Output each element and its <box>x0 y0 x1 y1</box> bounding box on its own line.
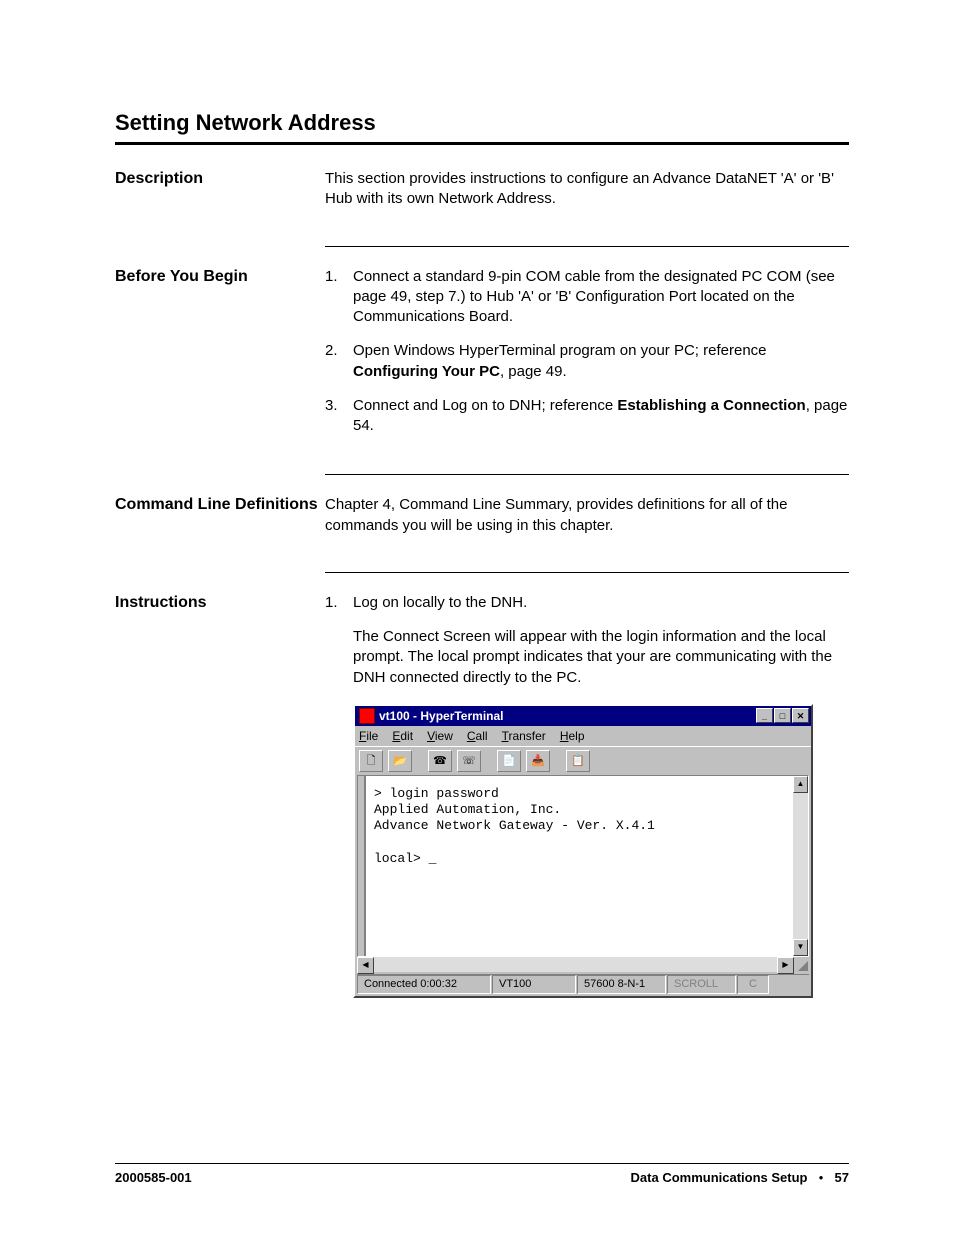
toolbar: 🗋 📂 ☎ ☏ 📄 📥 📋 <box>355 746 811 775</box>
section-before: Before You Begin Connect a standard 9-pi… <box>115 267 849 451</box>
menu-file[interactable]: File <box>359 728 378 744</box>
cmddefs-body: Chapter 4, Command Line Summary, provide… <box>325 495 849 536</box>
window-title: vt100 - HyperTerminal <box>379 708 755 724</box>
titlebar[interactable]: vt100 - HyperTerminal _ □ ✕ <box>355 706 811 726</box>
terminal-output[interactable]: > login password Applied Automation, Inc… <box>366 776 793 956</box>
hyperterminal-window: vt100 - HyperTerminal _ □ ✕ File Edit Vi… <box>353 704 813 998</box>
tool-new-icon[interactable]: 🗋 <box>359 750 383 772</box>
before-item-3: Connect and Log on to DNH; reference Est… <box>325 396 849 437</box>
menubar: File Edit View Call Transfer Help <box>355 726 811 746</box>
terminal-gutter <box>358 776 366 956</box>
tool-open-icon[interactable]: 📂 <box>388 750 412 772</box>
app-icon <box>359 708 375 724</box>
instructions-item-1-body: The Connect Screen will appear with the … <box>353 627 849 688</box>
minimize-button[interactable]: _ <box>756 708 773 723</box>
menu-help[interactable]: Help <box>560 728 585 744</box>
vertical-scrollbar[interactable]: ▲ ▼ <box>793 776 808 956</box>
divider <box>325 474 849 475</box>
status-connected: Connected 0:00:32 <box>357 975 491 994</box>
scroll-up-icon[interactable]: ▲ <box>793 776 808 793</box>
status-emulation: VT100 <box>492 975 576 994</box>
menu-edit[interactable]: Edit <box>392 728 413 744</box>
footer-section: Data Communications Setup <box>631 1170 808 1185</box>
heading-cmddefs: Command Line Definitions <box>115 495 325 548</box>
resize-grip-icon[interactable] <box>794 957 809 972</box>
menu-view[interactable]: View <box>427 728 453 744</box>
horizontal-scrollbar[interactable]: ◀ ▶ <box>357 957 809 972</box>
tool-receive-icon[interactable]: 📥 <box>526 750 550 772</box>
maximize-button[interactable]: □ <box>774 708 791 723</box>
description-body: This section provides instructions to co… <box>325 169 849 210</box>
tool-send-icon[interactable]: 📄 <box>497 750 521 772</box>
section-cmddefs: Command Line Definitions Chapter 4, Comm… <box>115 495 849 548</box>
statusbar: Connected 0:00:32 VT100 57600 8-N-1 SCRO… <box>357 974 809 994</box>
scroll-left-icon[interactable]: ◀ <box>357 957 374 974</box>
divider <box>325 246 849 247</box>
before-item-2: Open Windows HyperTerminal program on yo… <box>325 341 849 382</box>
tool-connect-icon[interactable]: ☎ <box>428 750 452 772</box>
page-footer: 2000585-001 Data Communications Setup • … <box>115 1163 849 1185</box>
scroll-down-icon[interactable]: ▼ <box>793 939 808 956</box>
section-instructions: Instructions Log on locally to the DNH. … <box>115 593 849 998</box>
tool-properties-icon[interactable]: 📋 <box>566 750 590 772</box>
menu-call[interactable]: Call <box>467 728 488 744</box>
footer-page: 57 <box>835 1170 849 1185</box>
heading-instructions: Instructions <box>115 593 325 998</box>
instructions-item-1: Log on locally to the DNH. The Connect S… <box>325 593 849 688</box>
scroll-right-icon[interactable]: ▶ <box>777 957 794 974</box>
status-scroll: SCROLL <box>667 975 736 994</box>
close-button[interactable]: ✕ <box>792 708 809 723</box>
heading-description: Description <box>115 169 325 222</box>
section-description: Description This section provides instru… <box>115 169 849 222</box>
status-settings: 57600 8-N-1 <box>577 975 666 994</box>
heading-before: Before You Begin <box>115 267 325 451</box>
status-caps: C <box>737 975 769 994</box>
before-item-1: Connect a standard 9-pin COM cable from … <box>325 267 849 328</box>
title-rule <box>115 142 849 145</box>
page-title: Setting Network Address <box>115 110 849 136</box>
footer-docnum: 2000585-001 <box>115 1170 192 1185</box>
menu-transfer[interactable]: Transfer <box>502 728 546 744</box>
tool-disconnect-icon[interactable]: ☏ <box>457 750 481 772</box>
divider <box>325 572 849 573</box>
